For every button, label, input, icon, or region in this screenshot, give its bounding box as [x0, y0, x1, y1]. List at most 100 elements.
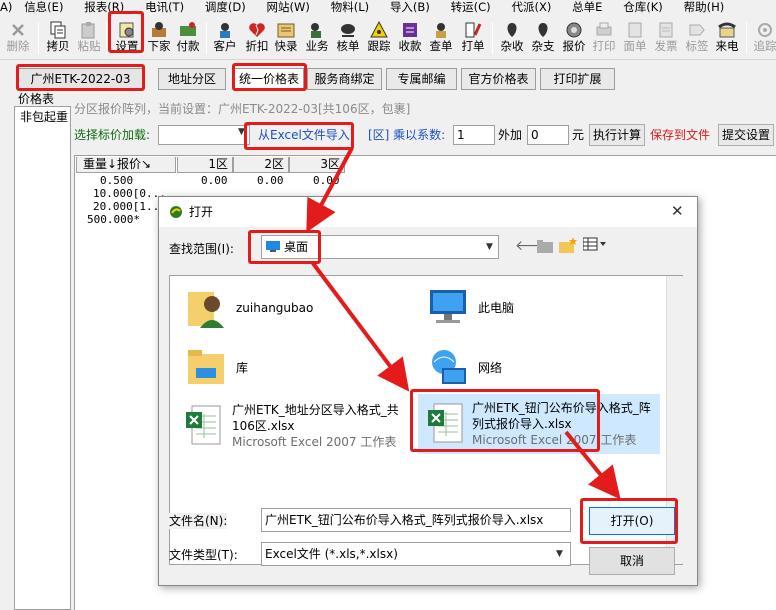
track-icon [370, 20, 388, 38]
item-name: 此电脑 [478, 301, 515, 315]
plus-amount-input[interactable]: 0 [527, 125, 569, 145]
filename-label: 文件名(N): [169, 513, 228, 529]
menu-item[interactable]: 电讯(T) [145, 1, 184, 14]
submit-settings-button[interactable]: 提交设置 [718, 124, 774, 146]
grid-header-zone[interactable]: 2区 [233, 157, 289, 173]
grid-cell[interactable]: 0.00 [313, 175, 340, 187]
tab-exclusive-postcode[interactable]: 专属邮编 [386, 68, 457, 90]
grid-cell[interactable]: 0.00 [201, 175, 228, 187]
paste-icon [81, 22, 95, 39]
menu-item[interactable]: 转运(C) [451, 1, 491, 14]
price-load-select[interactable] [158, 125, 250, 145]
misc-income-icon [507, 23, 517, 37]
user-folder-icon [188, 292, 224, 328]
payment-button[interactable]: 付款 [170, 18, 206, 58]
tab-provider-binding[interactable]: 服务商绑定 [307, 68, 382, 90]
menu-item[interactable]: 信息(E) [24, 1, 63, 14]
grid-cell[interactable]: 0.00 [257, 175, 284, 187]
grid-header-weight[interactable]: 重量↓报价↘ [76, 157, 176, 173]
filetype-label: 文件类型(T): [169, 548, 238, 562]
tab-unified-price-table[interactable]: 统一价格表 [234, 68, 304, 90]
matrix-info: 分区报价阵列，当前设置：广州ETK-2022-03[共106区，包裹] [74, 102, 411, 116]
menu-item[interactable]: 代派(X) [511, 1, 551, 14]
grid-cell[interactable]: 500.000* [87, 214, 140, 226]
price-load-label: 选择标价加载: [74, 128, 151, 142]
verify-icon [341, 24, 355, 37]
customer-button[interactable]: 客户 [207, 18, 243, 58]
list-item[interactable]: 网络 [418, 342, 658, 392]
cancel-button[interactable]: 取消 [589, 547, 675, 575]
new-folder-icon[interactable] [559, 237, 577, 253]
multiplier-input[interactable]: 1 [453, 125, 495, 145]
grid-header-zone[interactable]: 1区 [177, 157, 233, 173]
tab-print-extension[interactable]: 打印扩展 [540, 68, 615, 90]
item-type: Microsoft Excel 2007 工作表 [232, 435, 397, 449]
tab-row: 广州ETK-2022-03 地址分区 统一价格表 服务商绑定 专属邮编 官方价格… [0, 62, 776, 92]
filename-input[interactable]: 广州ETK_钮门公布价导入格式_阵列式报价导入.xlsx [261, 508, 571, 532]
filetype-value: Excel文件 (*.xls,*.xlsx) [265, 547, 398, 561]
grid-header-zone[interactable]: 3区 [289, 157, 345, 173]
list-item[interactable]: zuihangubao [176, 282, 406, 332]
up-folder-icon[interactable] [537, 239, 553, 253]
tab-address-zones[interactable]: 地址分区 [158, 68, 226, 90]
invoice-icon [659, 22, 673, 38]
menu-item[interactable]: 仓库(K) [623, 1, 663, 14]
menu-item[interactable]: 帮助(H) [684, 1, 725, 14]
menu-item[interactable]: 报表(R) [84, 1, 124, 14]
phone-icon [718, 22, 736, 38]
list-item-selected[interactable]: 广州ETK_钮门公布价导入格式_阵 列式报价导入.xlsx Microsoft … [418, 394, 660, 454]
agent-icon [152, 22, 166, 37]
lookin-select[interactable]: 桌面 ▼ [261, 235, 499, 259]
item-name: 广州ETK_钮门公布价导入格式_阵 [472, 401, 651, 415]
tab-price-table-name[interactable]: 广州ETK-2022-03 [18, 68, 143, 90]
search-order-button[interactable]: 查单 [423, 18, 459, 58]
paste-button[interactable]: 粘贴 [71, 18, 107, 58]
filetype-select[interactable]: Excel文件 (*.xls,*.xlsx) ▼ [261, 542, 571, 566]
excel-file-icon [186, 405, 221, 445]
item-name: zuihangubao [236, 301, 314, 315]
view-menu-icon[interactable] [583, 237, 607, 251]
waybill-icon [628, 22, 642, 38]
list-item[interactable]: 此电脑 [418, 282, 658, 332]
discount-icon [249, 23, 265, 37]
grid-cell[interactable]: 0.500 [100, 175, 133, 187]
delete-button[interactable]: 删除 [0, 18, 36, 58]
price-table-list[interactable]: 非包起重 [14, 106, 71, 610]
close-icon[interactable]: ✕ [671, 202, 684, 220]
print-icon [596, 22, 612, 36]
open-file-dialog: 打开 ✕ 查找范围(I): 桌面 ▼ 🡐 zuihangubao 此电脑 库 网… [158, 196, 698, 586]
open-button[interactable]: 打开(O) [589, 507, 675, 535]
lookin-label: 查找范围(I): [169, 242, 234, 256]
menu-item[interactable]: A) [0, 1, 12, 14]
phone-button[interactable]: 来电 [709, 18, 745, 58]
trace-icon [758, 23, 772, 37]
excel-import-link[interactable]: 从Excel文件导入 [258, 127, 350, 143]
execute-button[interactable]: 执行计算 [589, 124, 645, 146]
tab-official-price-table[interactable]: 官方价格表 [461, 68, 536, 90]
lookin-value: 桌面 [284, 240, 309, 254]
grid-cell[interactable]: 10.000[0... [93, 188, 166, 200]
list-item[interactable]: 库 [176, 342, 406, 392]
save-to-file-link[interactable]: 保存到文件 [650, 127, 710, 143]
library-icon [188, 350, 224, 384]
receipt-icon [403, 23, 417, 37]
grid-cell[interactable]: 20.000[1... [93, 201, 166, 213]
settings-icon [119, 22, 134, 38]
list-item[interactable]: 广州ETK_地址分区导入格式_共 106区.xlsx Microsoft Exc… [176, 398, 412, 456]
menu-item[interactable]: 网站(W) [267, 1, 310, 14]
payment-icon [180, 22, 196, 36]
quick-entry-icon [277, 23, 295, 38]
list-item[interactable]: 非包起重 [20, 109, 72, 125]
plus-label: 外加 [498, 128, 523, 142]
menu-item[interactable]: 调度(D) [205, 1, 246, 14]
print-order-button[interactable]: 打单 [455, 18, 491, 58]
dialog-title: 打开 [189, 205, 214, 219]
trace-button[interactable]: 追踪 [747, 18, 776, 58]
menu-item[interactable]: 总单E [572, 1, 602, 14]
menu-item[interactable]: 导入(B) [390, 1, 430, 14]
desktop-icon [266, 241, 280, 252]
chevron-down-icon[interactable]: ▼ [238, 127, 245, 137]
item-name-line2: 列式报价导入.xlsx [472, 417, 572, 431]
settings-button[interactable]: 设置 [109, 18, 145, 58]
menu-item[interactable]: 物料(L) [331, 1, 369, 14]
